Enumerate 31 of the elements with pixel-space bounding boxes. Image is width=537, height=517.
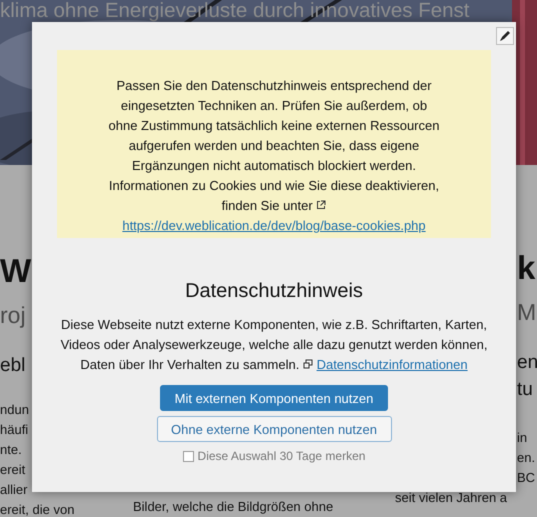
body-text: ndun — [0, 401, 29, 419]
body-text: en. — [517, 449, 536, 467]
checkbox-label: Diese Auswahl 30 Tage merken — [198, 449, 366, 463]
section-heading: tu — [517, 378, 533, 402]
page-title: W — [0, 251, 32, 291]
body-text: nte. — [0, 441, 22, 459]
decline-button[interactable]: Ohne externe Komponenten nutzen — [156, 416, 392, 442]
checkbox[interactable] — [182, 450, 194, 462]
body-text: in — [517, 429, 528, 447]
notice-text: Passen Sie den Datenschutzhinweis entsprechend der eingesetzten Techniken an. Prüfen Sie außerdem, ob ohne Zustimmung tatsächlich keine externen Ressourcen aufgerufen werden und beachten Sie, dass eigene Ergänzungen nicht automatisch blockiert werden. Informationen zu Cookies und wie Sie diese deaktivieren, finden Sie unter — [108, 77, 440, 215]
dialog-title: Datenschutzhinweis — [184, 280, 364, 303]
body-text: häufi — [0, 421, 28, 439]
body-text: seit vielen Jahren a — [395, 489, 508, 507]
external-link-icon — [316, 200, 326, 210]
page-title: k — [517, 248, 536, 288]
page-subtitle: M — [517, 298, 536, 327]
window-icon — [302, 359, 313, 369]
dialog-text: Diese Webseite nutzt externe Komponenten, wie z.B. Schriftarten, Karten, Videos oder Analysewerkzeuge, welche alle dazu genutzt werden können, Daten über Ihr Verhalten zu sammeln. Datenschutzinformationen — [60, 316, 488, 374]
body-text: BC — [517, 469, 536, 487]
body-text: ereit — [0, 461, 26, 479]
privacy-link[interactable]: Datenschutzinformationen — [316, 357, 468, 372]
page-subtitle: roj — [0, 301, 26, 330]
edit-button[interactable] — [496, 27, 514, 45]
body-text: ereit, die von — [0, 501, 74, 517]
body-text: allier — [0, 481, 28, 499]
body-text: Bilder, welche die Bildgrößen ohne — [133, 498, 334, 516]
notice-link[interactable]: https://dev.weblication.de/dev/blog/base-cookies.php — [122, 216, 426, 236]
accept-button[interactable]: Mit externen Komponenten nutzen — [160, 385, 388, 411]
pencil-icon — [499, 30, 511, 42]
section-heading: ebl — [0, 354, 26, 378]
section-heading: en — [517, 351, 537, 375]
